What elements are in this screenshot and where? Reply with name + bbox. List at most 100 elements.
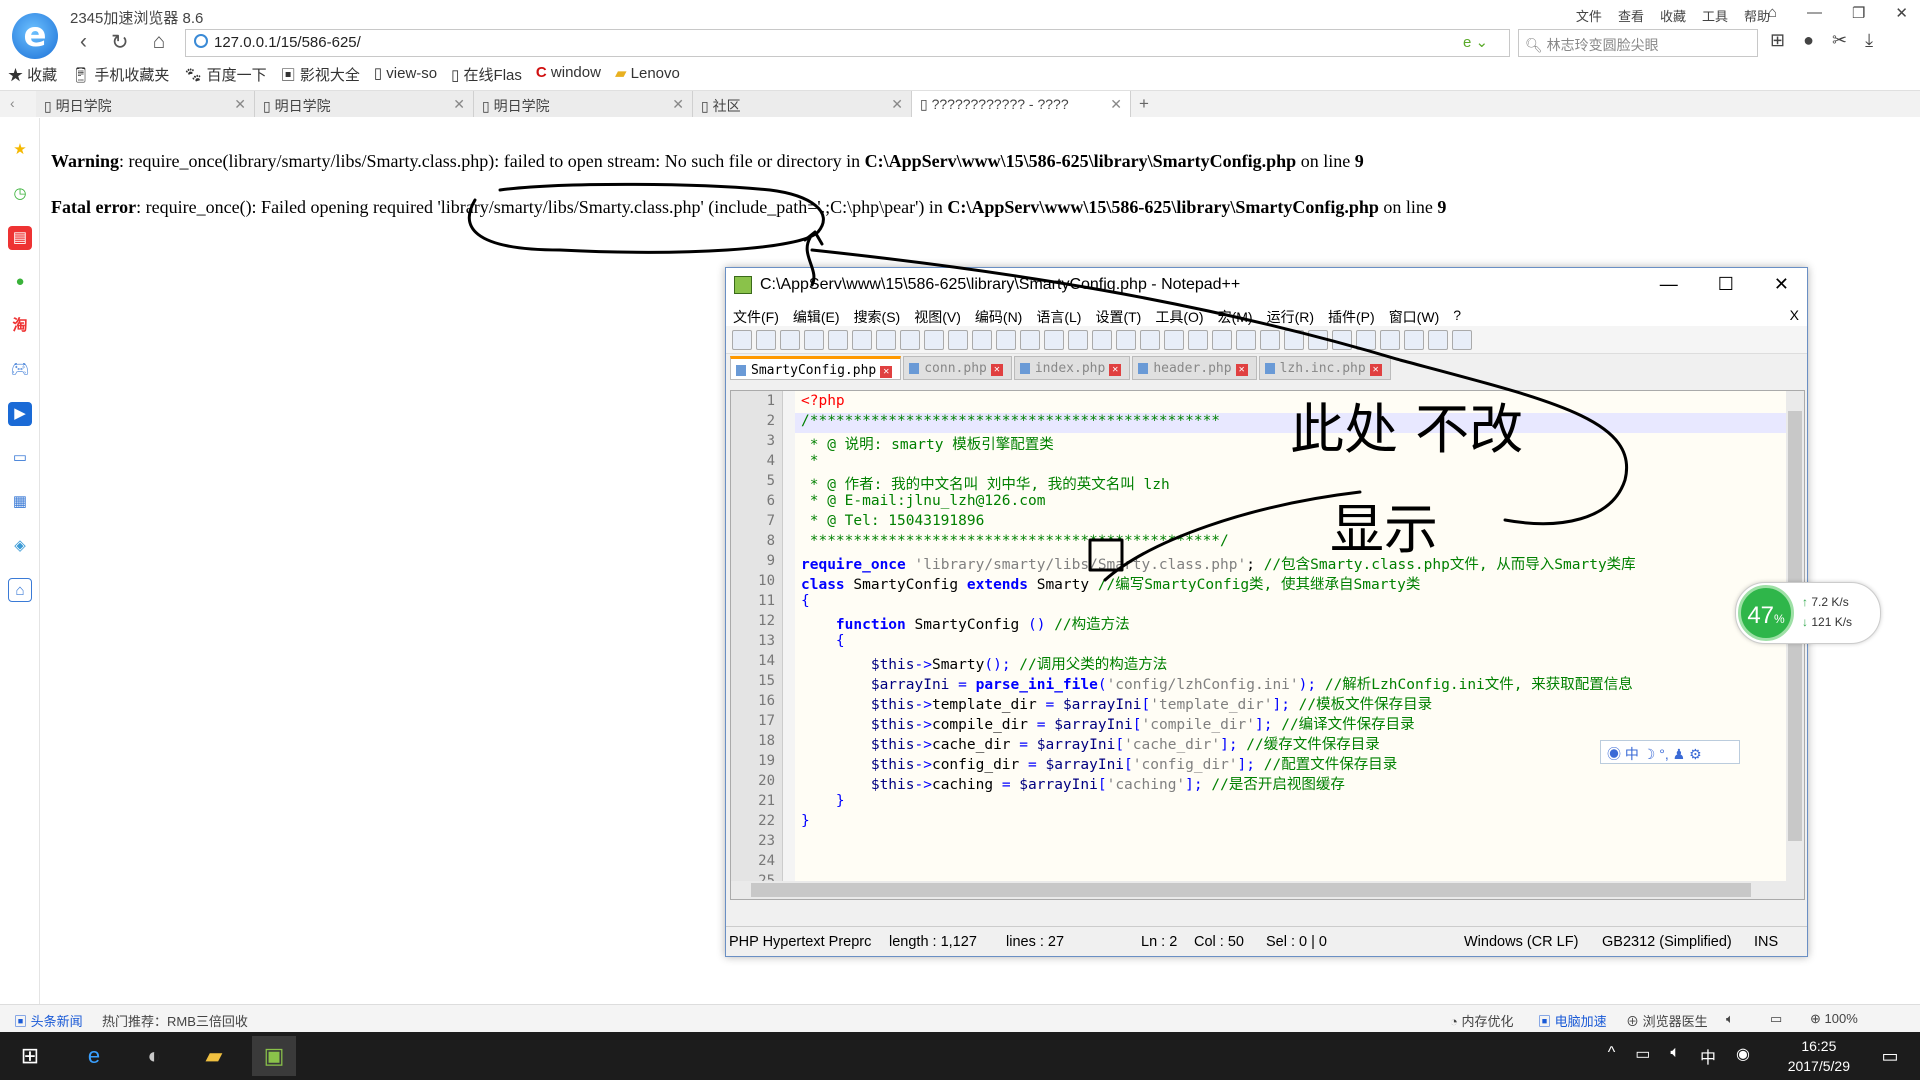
npp-menu-plugins[interactable]: 插件(P) [1328,307,1375,325]
taskbar-browser-icon[interactable]: e [72,1036,116,1076]
ime-toolbar[interactable]: ◉ 中 ☽ °, ♟ ⚙ [1600,740,1740,764]
tab-close-icon[interactable]: ✕ [1110,96,1122,113]
tab-close-icon[interactable]: ✕ [672,96,684,113]
npp-tab-close-icon[interactable]: ✕ [1235,364,1248,376]
taobao-icon[interactable]: 淘 [8,314,32,338]
refresh-icon[interactable]: ↻ [111,30,129,55]
restore-icon[interactable]: ❐ [1852,4,1865,22]
tab-close-icon[interactable]: ✕ [891,96,903,113]
fold-margin[interactable] [783,391,795,899]
tab[interactable]: ▯ 明日学院 ✕ [255,91,474,117]
pc-speedup[interactable]: ▣ 电脑加速 [1538,1011,1607,1030]
npp-menu-tools[interactable]: 工具(O) [1155,307,1203,325]
horizontal-scrollbar[interactable] [731,881,1804,899]
udl-icon[interactable] [1236,330,1256,350]
close-all-icon[interactable] [852,330,872,350]
memory-percent-gauge[interactable]: 47% [1738,585,1794,641]
minimize-icon[interactable]: — [1660,274,1678,295]
horizontal-scroll-thumb[interactable] [751,883,1751,897]
vertical-scrollbar[interactable] [1786,391,1804,899]
ime-moon-icon[interactable]: ☽ [1643,746,1656,762]
fav-item[interactable]: 📱︎ 手机收藏夹 [71,64,169,85]
wrap-icon[interactable] [1164,330,1184,350]
fav-item[interactable]: ★ 收藏 [8,64,57,85]
npp-doc-close-icon[interactable]: X [1790,307,1799,323]
tab-scroll-left-icon[interactable]: ‹ [0,91,36,117]
doc-map-icon[interactable] [1260,330,1280,350]
redo-icon[interactable] [996,330,1016,350]
hot-recommend[interactable]: 热门推荐：RMB三倍回收 [102,1011,248,1030]
fav-item[interactable]: ▣ 影视大全 [281,64,360,85]
npp-menu-search[interactable]: 搜索(S) [854,307,901,325]
minimize-icon[interactable]: — [1807,4,1822,22]
menu-tools[interactable]: 工具 [1702,6,1728,25]
menu-help[interactable]: 帮助 [1744,6,1770,25]
fav-item[interactable]: C window [536,64,601,85]
npp-menu-encoding[interactable]: 编码(N) [975,307,1022,325]
search-box[interactable]: 🔍︎ 林志玲变圆脸尖眼 [1518,29,1758,57]
show-all-chars-icon[interactable] [1188,330,1208,350]
battery-icon[interactable]: ▭ [1635,1044,1650,1068]
cut-icon[interactable] [900,330,920,350]
notes-icon[interactable]: ◈ [8,534,32,558]
menu-view[interactable]: 查看 [1618,6,1644,25]
tab[interactable]: ▯ 明日学院 ✕ [36,91,255,117]
sync-h-icon[interactable] [1140,330,1160,350]
monitor-icon[interactable] [1332,330,1352,350]
npp-tab-close-icon[interactable]: ✕ [1109,364,1122,376]
menu-file[interactable]: 文件 [1576,6,1602,25]
menu-favorites[interactable]: 收藏 [1660,6,1686,25]
game-icon[interactable]: 🎮︎ [8,358,32,382]
site-info-icon[interactable] [194,34,208,48]
zoom-level[interactable]: ⊕ 100% [1810,1011,1858,1027]
play-macro-icon[interactable] [1404,330,1424,350]
zoom-in-icon[interactable] [1068,330,1088,350]
find-icon[interactable] [1020,330,1040,350]
record-macro-icon[interactable] [1356,330,1376,350]
tray-expand-icon[interactable]: ^ [1608,1044,1616,1068]
news-link[interactable]: ▣ 头条新闻 [14,1011,83,1030]
npp-menu-help[interactable]: ? [1453,307,1461,323]
skin-icon[interactable]: ⌂ [1768,4,1777,22]
tab[interactable]: ▯ 明日学院 ✕ [474,91,693,117]
ime-punct-icon[interactable]: °, [1659,746,1669,762]
apps-icon[interactable]: ⊞ [1770,30,1785,51]
download-icon[interactable]: ⤓ [1865,30,1873,51]
npp-menu-settings[interactable]: 设置(T) [1095,307,1141,325]
undo-icon[interactable] [972,330,992,350]
taskbar-paint-icon[interactable]: ◐ [132,1036,176,1076]
tab-close-icon[interactable]: ✕ [234,96,246,113]
notification-icon[interactable]: ▭ [1868,1036,1912,1076]
new-tab-icon[interactable]: + [1131,91,1161,117]
npp-menu-edit[interactable]: 编辑(E) [793,307,840,325]
folder-workspace-icon[interactable] [1308,330,1328,350]
stop-macro-icon[interactable] [1380,330,1400,350]
ime-mode[interactable]: 中 [1625,746,1639,762]
npp-tab-close-icon[interactable]: ✕ [880,366,893,378]
fav-item[interactable]: ▯ view-so [374,64,437,85]
fav-item[interactable]: 🐾︎ 百度一下 [183,64,266,85]
close-file-icon[interactable] [828,330,848,350]
screenshot-icon[interactable]: ✂ [1832,30,1847,51]
taskbar-notepadpp-icon[interactable]: ▣ [252,1036,296,1076]
npp-menu-window[interactable]: 窗口(W) [1389,307,1440,325]
fav-item[interactable]: ▰ Lenovo [615,64,680,85]
function-list-icon[interactable] [1284,330,1304,350]
ime-tray-icon[interactable]: ◉ [1736,1044,1750,1068]
npp-titlebar[interactable]: C:\AppServ\www\15\586-625\library\Smarty… [726,268,1807,304]
browser-doctor[interactable]: ⊕ 浏览器医生 [1626,1011,1708,1030]
home-icon[interactable]: ⌂ [153,30,166,55]
maximize-icon[interactable]: ☐ [1718,274,1734,295]
tab[interactable]: ▯ 社区 ✕ [693,91,912,117]
new-file-icon[interactable] [732,330,752,350]
back-icon[interactable]: ‹ [80,30,87,55]
network-monitor-widget[interactable]: 47% ↑ 7.2 K/s ↓ 121 K/s [1735,582,1881,644]
volume-icon[interactable]: 🔈︎ [1670,1044,1680,1068]
npp-menu-run[interactable]: 运行(R) [1267,307,1314,325]
video-icon[interactable]: ▶ [8,402,32,426]
notepadpp-window[interactable]: C:\AppServ\www\15\586-625\library\Smarty… [725,267,1808,957]
computer-icon[interactable]: ▭ [8,446,32,470]
paste-icon[interactable] [948,330,968,350]
calculator-icon[interactable]: ▦ [8,490,32,514]
speaker-icon[interactable]: 🔈︎ [1726,1011,1734,1027]
